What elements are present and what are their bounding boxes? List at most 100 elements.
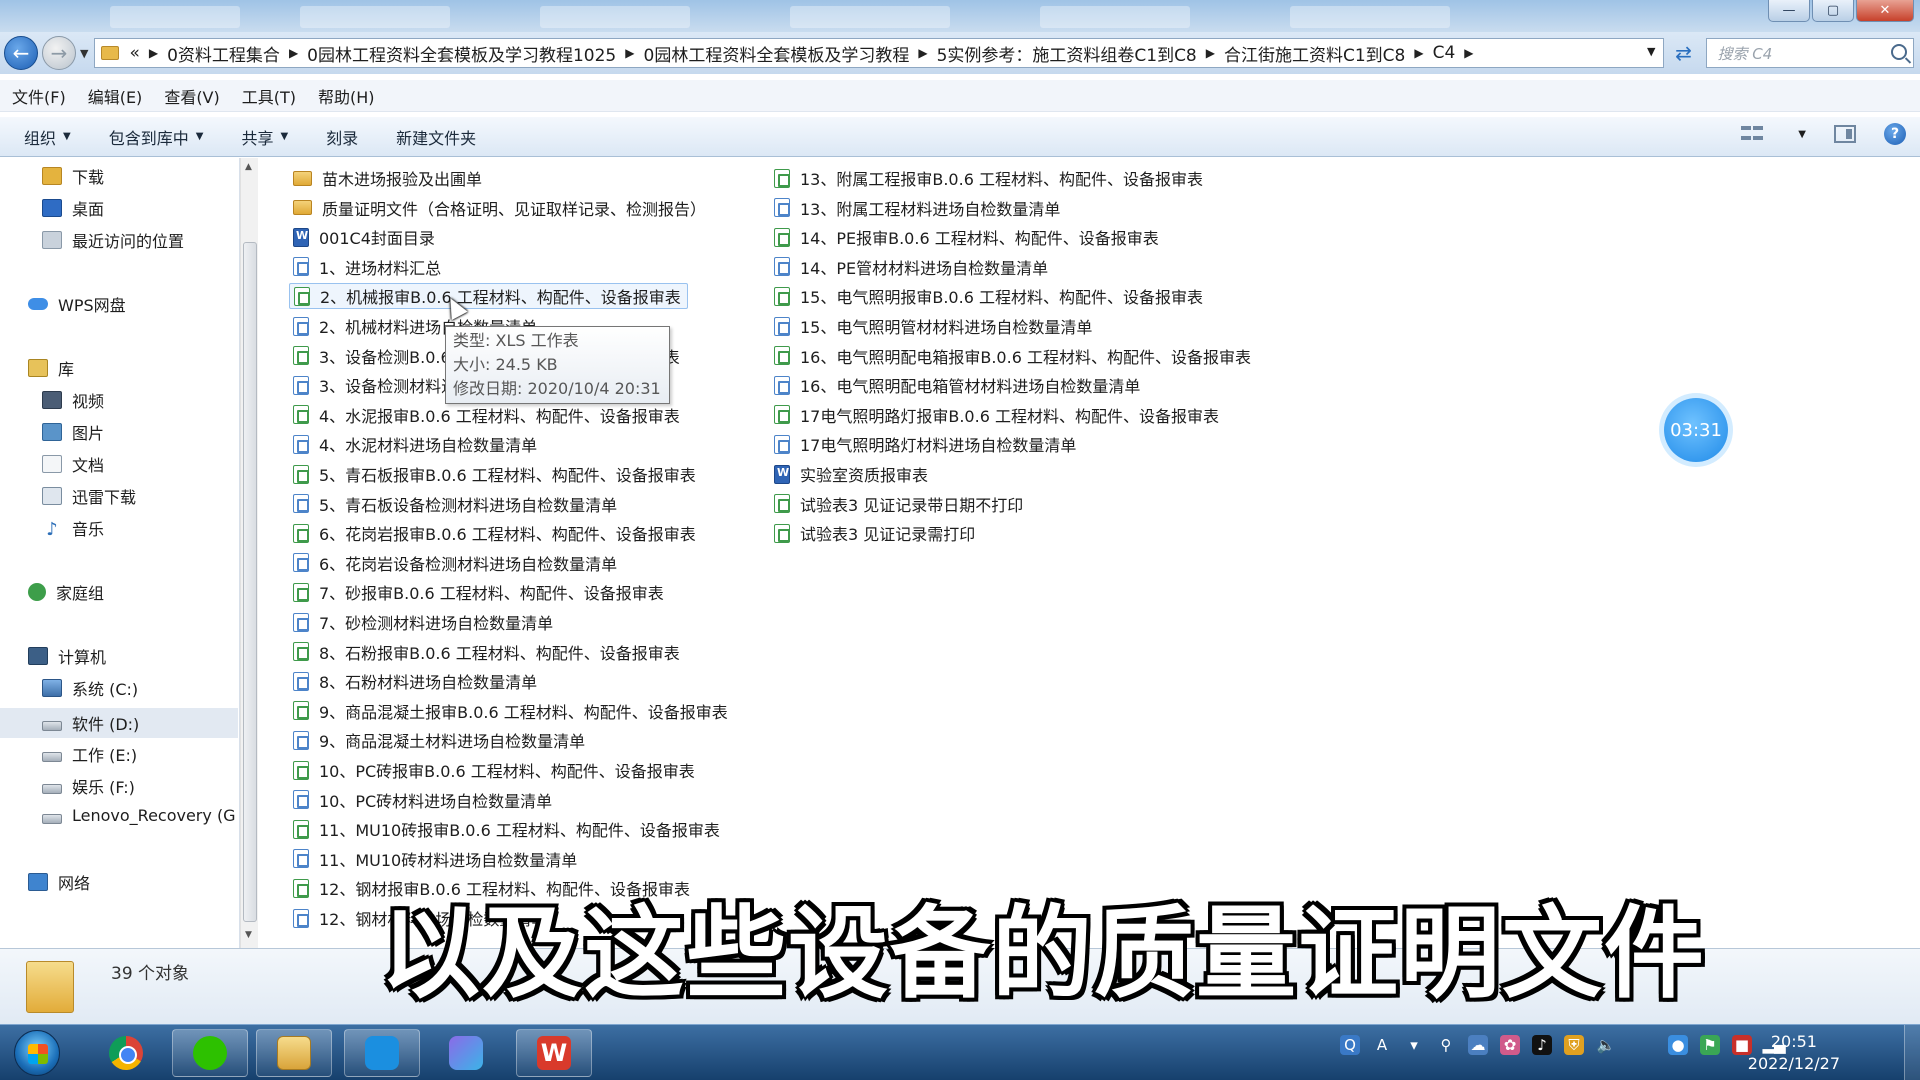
timer-badge[interactable]: 03:31 bbox=[1664, 398, 1728, 462]
burn-button[interactable]: 刻录 bbox=[326, 125, 358, 149]
nav-item-drive-f[interactable]: 娱乐 (F:) bbox=[42, 774, 135, 798]
file-item[interactable]: 16、电气照明配电箱报审B.0.6 工程材料、构配件、设备报审表 bbox=[770, 343, 1257, 369]
file-item[interactable]: 14、PE管材材料进场自检数量清单 bbox=[770, 254, 1054, 280]
shield-icon[interactable]: ⛨ bbox=[1564, 1035, 1584, 1055]
file-item[interactable]: 11、MU10砖报审B.0.6 工程材料、构配件、设备报审表 bbox=[289, 816, 726, 842]
file-item[interactable]: 5、青石板报审B.0.6 工程材料、构配件、设备报审表 bbox=[289, 461, 702, 487]
chevron-right-icon[interactable]: ▶ bbox=[1464, 46, 1473, 60]
taskbar-explorer[interactable] bbox=[256, 1029, 332, 1077]
chevron-right-icon[interactable]: ▶ bbox=[149, 46, 158, 60]
breadcrumb[interactable]: 0资料工程集合 bbox=[167, 41, 280, 66]
nav-item-drive-c[interactable]: 系统 (C:) bbox=[42, 676, 138, 700]
nav-item-videos[interactable]: 视频 bbox=[42, 388, 104, 412]
breadcrumb[interactable]: 合江街施工资料C1到C8 bbox=[1224, 41, 1405, 66]
file-item[interactable]: 8、石粉材料进场自检数量清单 bbox=[289, 668, 543, 694]
file-item[interactable]: 14、PE报审B.0.6 工程材料、构配件、设备报审表 bbox=[770, 224, 1165, 250]
file-item[interactable]: 001C4封面目录 bbox=[289, 224, 441, 250]
file-item[interactable]: 2、机械报审B.0.6 工程材料、构配件、设备报审表 bbox=[289, 283, 688, 310]
address-dropdown[interactable]: ▼ bbox=[1647, 45, 1655, 58]
file-item[interactable]: 1、进场材料汇总 bbox=[289, 254, 447, 280]
nav-scrollbar[interactable]: ▲ ▼ bbox=[240, 158, 258, 948]
file-item[interactable]: 10、PC砖报审B.0.6 工程材料、构配件、设备报审表 bbox=[289, 757, 701, 783]
file-item[interactable]: 实验室资质报审表 bbox=[770, 461, 934, 487]
nav-item-computer[interactable]: 计算机 bbox=[28, 644, 106, 668]
folder-item[interactable]: 质量证明文件（合格证明、见证取样记录、检测报告） bbox=[289, 195, 712, 221]
chevron-right-icon[interactable]: ▶ bbox=[625, 46, 634, 60]
menu-view[interactable]: 查看(V) bbox=[164, 84, 219, 108]
nav-item-wps-cloud[interactable]: WPS网盘 bbox=[28, 292, 126, 316]
tiktok-icon[interactable]: ♪ bbox=[1532, 1035, 1552, 1055]
file-item[interactable]: 15、电气照明管材材料进场自检数量清单 bbox=[770, 313, 1098, 339]
nav-item-pictures[interactable]: 图片 bbox=[42, 420, 104, 444]
taskbar-chrome[interactable] bbox=[88, 1029, 164, 1077]
file-item[interactable]: 17电气照明路灯报审B.0.6 工程材料、构配件、设备报审表 bbox=[770, 402, 1225, 428]
location-icon[interactable]: ● bbox=[1668, 1035, 1688, 1055]
nav-item-documents[interactable]: 文档 bbox=[42, 452, 104, 476]
file-item[interactable]: 17电气照明路灯材料进场自检数量清单 bbox=[770, 431, 1082, 457]
file-item[interactable]: 7、砂检测材料进场自检数量清单 bbox=[289, 609, 559, 635]
file-item[interactable]: 试验表3 见证记录带日期不打印 bbox=[770, 491, 1029, 517]
preview-pane-icon[interactable] bbox=[1834, 125, 1856, 143]
search-input[interactable]: 搜索 C4 bbox=[1706, 38, 1915, 68]
maximize-button[interactable]: ▢ bbox=[1812, 0, 1854, 22]
menu-file[interactable]: 文件(F) bbox=[12, 84, 66, 108]
file-item[interactable]: 10、PC砖材料进场自检数量清单 bbox=[289, 787, 558, 813]
scroll-up-icon[interactable]: ▲ bbox=[245, 162, 252, 172]
volume-icon[interactable]: 🔈 bbox=[1596, 1035, 1616, 1055]
pin-icon[interactable]: ⚲ bbox=[1436, 1035, 1456, 1055]
chevron-right-icon[interactable]: ▶ bbox=[289, 46, 298, 60]
file-item[interactable]: 9、商品混凝土报审B.0.6 工程材料、构配件、设备报审表 bbox=[289, 698, 734, 724]
nav-item-drive-d[interactable]: 软件 (D:) bbox=[0, 708, 238, 738]
start-button[interactable] bbox=[14, 1030, 60, 1076]
scroll-down-icon[interactable]: ▼ bbox=[245, 930, 252, 940]
file-item[interactable]: 7、砂报审B.0.6 工程材料、构配件、设备报审表 bbox=[289, 579, 670, 605]
file-item[interactable]: 6、花岗岩报审B.0.6 工程材料、构配件、设备报审表 bbox=[289, 520, 702, 546]
taskbar-edge[interactable] bbox=[344, 1029, 420, 1077]
nav-item-desktop[interactable]: 桌面 bbox=[42, 196, 104, 220]
folder-item[interactable]: 苗木进场报验及出圃单 bbox=[289, 165, 488, 191]
cloud-sync-icon[interactable]: ☁ bbox=[1468, 1035, 1488, 1055]
menu-tools[interactable]: 工具(T) bbox=[242, 84, 296, 108]
flower-icon[interactable]: ✿ bbox=[1500, 1035, 1520, 1055]
breadcrumb-overflow[interactable]: « bbox=[129, 43, 139, 63]
file-item[interactable]: 4、水泥报审B.0.6 工程材料、构配件、设备报审表 bbox=[289, 402, 686, 428]
file-item[interactable]: 8、石粉报审B.0.6 工程材料、构配件、设备报审表 bbox=[289, 639, 686, 665]
organize-button[interactable]: 组织 ▼ bbox=[24, 125, 71, 149]
flag-icon[interactable]: ⚑ bbox=[1700, 1035, 1720, 1055]
close-button[interactable]: ✕ bbox=[1856, 0, 1914, 22]
breadcrumb[interactable]: 0园林工程资料全套模板及学习教程 bbox=[644, 41, 910, 66]
share-button[interactable]: 共享 ▼ bbox=[241, 125, 288, 149]
view-options-caret-icon[interactable]: ▼ bbox=[1798, 129, 1806, 140]
file-item[interactable]: 9、商品混凝土材料进场自检数量清单 bbox=[289, 727, 591, 753]
address-bar[interactable]: « ▶ 0资料工程集合 ▶ 0园林工程资料全套模板及学习教程1025 ▶ 0园林工程资… bbox=[94, 38, 1665, 68]
ime-icon[interactable]: A bbox=[1372, 1035, 1392, 1055]
search-icon[interactable] bbox=[1891, 44, 1908, 60]
nav-item-drive-g[interactable]: Lenovo_Recovery (G bbox=[42, 806, 236, 825]
clock[interactable]: 20:51 2022/12/27 bbox=[1748, 1031, 1840, 1075]
taskbar-wps[interactable]: W bbox=[516, 1029, 592, 1077]
search-tray-icon[interactable]: Q bbox=[1340, 1035, 1360, 1055]
menu-help[interactable]: 帮助(H) bbox=[318, 84, 375, 108]
file-item[interactable]: 4、水泥材料进场自检数量清单 bbox=[289, 431, 543, 457]
file-item[interactable]: 5、青石板设备检测材料进场自检数量清单 bbox=[289, 491, 623, 517]
back-button[interactable]: ← bbox=[4, 36, 38, 70]
breadcrumb[interactable]: 0园林工程资料全套模板及学习教程1025 bbox=[307, 41, 616, 66]
file-item[interactable]: 13、附属工程报审B.0.6 工程材料、构配件、设备报审表 bbox=[770, 165, 1209, 191]
taskbar-photos[interactable] bbox=[428, 1029, 504, 1077]
include-library-button[interactable]: 包含到库中 ▼ bbox=[109, 125, 204, 149]
breadcrumb[interactable]: 5实例参考：施工资料组卷C1到C8 bbox=[937, 41, 1197, 66]
nav-item-recent[interactable]: 最近访问的位置 bbox=[42, 228, 184, 252]
file-item[interactable]: 16、电气照明配电箱管材材料进场自检数量清单 bbox=[770, 372, 1146, 398]
menu-edit[interactable]: 编辑(E) bbox=[88, 84, 143, 108]
help-icon[interactable]: ? bbox=[1884, 123, 1906, 145]
nav-item-network[interactable]: 网络 bbox=[28, 870, 90, 894]
show-desktop-button[interactable] bbox=[1904, 1025, 1920, 1080]
chevron-right-icon[interactable]: ▶ bbox=[1206, 46, 1215, 60]
breadcrumb-current[interactable]: C4 bbox=[1433, 43, 1456, 63]
chevron-right-icon[interactable]: ▶ bbox=[918, 46, 927, 60]
forward-button[interactable]: → bbox=[42, 36, 76, 70]
file-item[interactable]: 11、MU10砖材料进场自检数量清单 bbox=[289, 846, 583, 872]
file-item[interactable]: 15、电气照明报审B.0.6 工程材料、构配件、设备报审表 bbox=[770, 283, 1209, 309]
chevron-down-icon[interactable]: ▾ bbox=[1404, 1035, 1424, 1055]
new-folder-button[interactable]: 新建文件夹 bbox=[396, 125, 476, 149]
